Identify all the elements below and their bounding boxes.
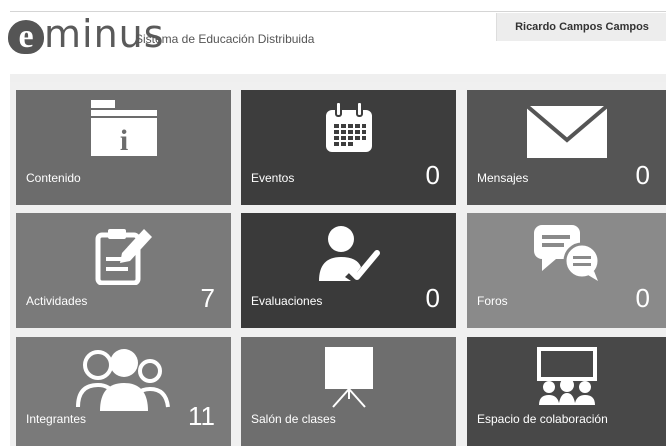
- header: e minus Sistema de Educación Distribuida…: [0, 0, 666, 66]
- chat-bubbles-icon: [532, 223, 602, 288]
- tile-label: Integrantes: [26, 412, 87, 426]
- section-band: [10, 74, 666, 82]
- tile-espacio-de-colaboracion[interactable]: Espacio de colaboración: [467, 337, 666, 446]
- tile-label: Foros: [477, 294, 508, 308]
- tile-label: Actividades: [26, 294, 88, 308]
- tile-count: 7: [200, 283, 215, 313]
- tile-label: Espacio de colaboración: [477, 412, 608, 426]
- user-check-icon: [317, 223, 381, 288]
- envelope-icon: [525, 104, 609, 165]
- tile-count: 0: [425, 283, 440, 313]
- tile-label: Contenido: [26, 171, 81, 185]
- tile-label: Mensajes: [477, 171, 529, 185]
- tile-evaluaciones[interactable]: Evaluaciones 0: [241, 213, 456, 328]
- tile-integrantes[interactable]: Integrantes 11: [16, 337, 231, 446]
- collaboration-icon: [535, 347, 599, 412]
- tile-label: Salón de clases: [251, 412, 336, 426]
- folder-info-icon: i: [89, 100, 159, 161]
- tile-actividades[interactable]: Actividades 7: [16, 213, 231, 328]
- logo-mark[interactable]: e: [8, 20, 44, 54]
- tile-count: 0: [635, 283, 650, 313]
- tile-contenido[interactable]: i Contenido: [16, 90, 231, 205]
- tile-foros[interactable]: Foros 0: [467, 213, 666, 328]
- tile-label: Eventos: [251, 171, 295, 185]
- edit-document-icon: [92, 223, 156, 290]
- calendar-icon: [324, 101, 374, 159]
- tile-salon-de-clases[interactable]: Salón de clases: [241, 337, 456, 446]
- group-icon: [75, 347, 172, 416]
- dashboard-grid: i Contenido Eventos 0 Mensajes 0 Activid…: [10, 82, 666, 446]
- tile-count: 0: [425, 160, 440, 190]
- app-subtitle: Sistema de Educación Distribuida: [135, 32, 315, 46]
- tile-label: Evaluaciones: [251, 294, 323, 308]
- tile-eventos[interactable]: Eventos 0: [241, 90, 456, 205]
- tile-count: 0: [635, 160, 650, 190]
- tile-mensajes[interactable]: Mensajes 0: [467, 90, 666, 205]
- tile-count: 11: [188, 401, 215, 431]
- user-name[interactable]: Ricardo Campos Campos: [496, 13, 666, 41]
- svg-text:i: i: [119, 124, 127, 156]
- presentation-board-icon: [323, 345, 375, 414]
